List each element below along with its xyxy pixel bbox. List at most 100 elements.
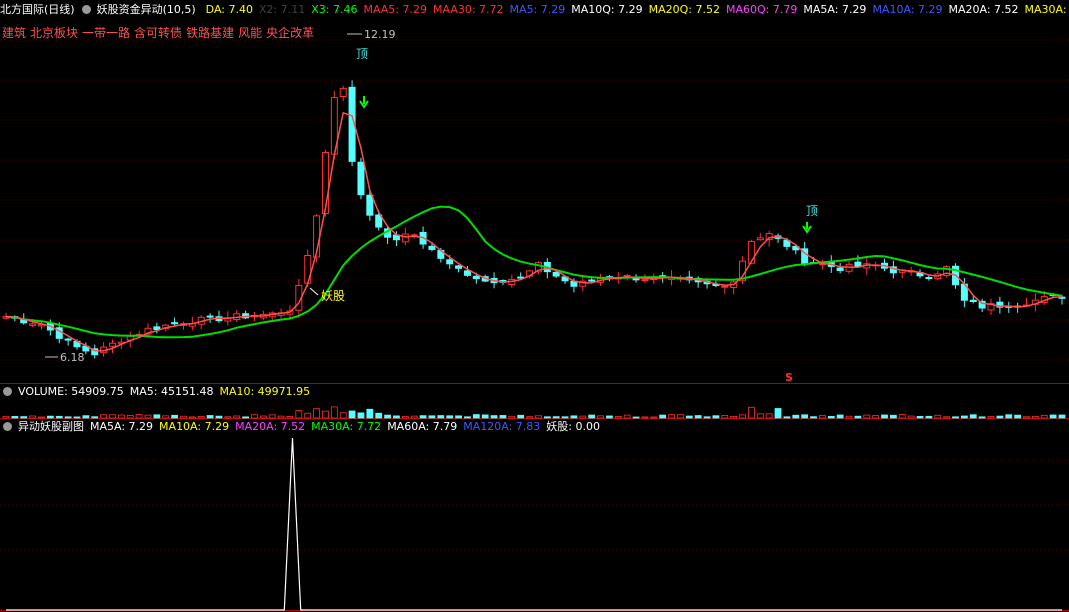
candle-body-52 [463, 270, 471, 276]
annotations: 12.19 6.18 顶 顶 妖股 S [45, 28, 818, 384]
volume-bar-78 [694, 415, 702, 419]
volume-bar-66 [588, 414, 596, 419]
header-value-3: MAA5: 7.29 [363, 3, 427, 16]
volume-bar-18 [162, 415, 170, 419]
volume-bar-38 [339, 412, 347, 419]
volume-bar-82 [730, 415, 738, 419]
volume-bar-110 [978, 416, 986, 419]
candle-body-72 [641, 279, 649, 282]
volume-bar-103 [916, 415, 924, 419]
volume-bar-2 [20, 416, 28, 419]
volume-bar-36 [322, 410, 329, 419]
volume-bar-73 [650, 416, 658, 419]
candle-body-40 [357, 161, 365, 196]
sub-values: 异动妖股副图 MA5A: 7.29 MA10A: 7.29 MA20A: 7.52 MA… [18, 420, 606, 433]
concept-tag-0[interactable]: 建筑 [2, 26, 26, 40]
volume-value-0: VOLUME: 54909.75 [18, 385, 124, 398]
volume-bar-27 [242, 416, 249, 419]
volume-bar-9 [82, 415, 90, 419]
volume-bar-99 [881, 414, 888, 419]
candle-body-85 [756, 237, 764, 241]
volume-bar-12 [109, 414, 116, 419]
volume-bar-41 [366, 408, 374, 419]
volume-bar-3 [29, 415, 37, 419]
price-chart[interactable]: 12.19 6.18 顶 顶 妖股 S [0, 0, 1069, 612]
down-arrow-icon-2 [802, 222, 812, 234]
volume-bar-92 [819, 415, 826, 419]
volume-bar-97 [863, 414, 871, 419]
sub-value-6: MA120A: 7.83 [463, 420, 541, 433]
volume-bar-118 [1049, 414, 1057, 419]
header-value-11: MA20A: 7.52 [948, 3, 1019, 16]
volume-bar-21 [188, 416, 196, 419]
concept-tag-2[interactable]: 一带一路 [82, 26, 130, 40]
volume-bar-70 [623, 414, 631, 419]
volume-bar-60 [535, 415, 542, 419]
low-price-label: 6.18 [60, 351, 85, 364]
volume-bar-16 [144, 414, 152, 419]
volume-bar-49 [437, 415, 445, 419]
header-value-0: DA: 7.40 [205, 3, 253, 16]
volume-bars [2, 406, 1066, 419]
volume-bar-68 [606, 415, 613, 419]
volume-bar-109 [969, 414, 977, 419]
volume-bar-76 [677, 414, 684, 419]
volume-bar-90 [801, 414, 809, 419]
volume-header: VOLUME: 54909.75 MA5: 45151.48 MA10: 49971… [0, 385, 322, 399]
candle-body-17 [153, 326, 161, 331]
volume-bar-69 [614, 416, 622, 419]
volume-bar-56 [499, 415, 507, 419]
volume-bar-23 [206, 415, 214, 419]
volume-bar-6 [55, 415, 63, 419]
volume-bar-93 [827, 416, 835, 419]
volume-bar-25 [224, 416, 232, 419]
candle-body-38 [339, 87, 347, 98]
concept-tag-3[interactable]: 含可转债 [134, 26, 182, 40]
settings-circle-icon[interactable] [3, 422, 12, 431]
volume-bar-115 [1023, 416, 1030, 419]
volume-bar-74 [659, 414, 667, 419]
volume-bar-39 [348, 410, 356, 419]
volume-bar-10 [91, 416, 99, 419]
volume-bar-72 [641, 416, 649, 419]
volume-bar-14 [126, 415, 134, 419]
volume-bar-80 [712, 415, 720, 419]
volume-bar-53 [472, 414, 480, 419]
concept-tag-5[interactable]: 风能 [238, 26, 262, 40]
concept-tag-1[interactable]: 北京板块 [30, 26, 78, 40]
volume-value-2: MA10: 49971.95 [219, 385, 311, 398]
indicator-name[interactable]: 妖股资金异动(10,5) [97, 3, 196, 16]
volume-bar-113 [1005, 414, 1013, 419]
volume-bar-45 [401, 415, 409, 419]
volume-bar-0 [2, 415, 10, 419]
sub-value-1: MA5A: 7.29 [90, 420, 154, 433]
volume-bar-100 [889, 414, 897, 419]
volume-bar-95 [845, 415, 853, 419]
volume-bar-34 [304, 412, 312, 419]
concept-tag-4[interactable]: 铁路基建 [186, 26, 234, 40]
top-signal-label: 顶 [356, 47, 368, 61]
volume-bar-55 [490, 415, 498, 419]
header-value-5: MA5: 7.29 [509, 3, 566, 16]
candle-body-7 [64, 338, 72, 341]
header-value-4: MAA30: 7.72 [433, 3, 504, 16]
settings-circle-icon[interactable] [3, 387, 12, 396]
volume-bar-111 [987, 416, 995, 419]
volume-bar-1 [11, 416, 19, 419]
volume-bar-28 [251, 414, 258, 419]
volume-bar-62 [552, 416, 560, 419]
sub-signal-line [6, 437, 1062, 611]
concept-tag-6[interactable]: 央企改革 [266, 26, 314, 40]
candle-body-53 [472, 275, 480, 280]
stock-name[interactable]: 北方国际(日线) [0, 3, 75, 16]
candle-body-48 [428, 245, 436, 250]
settings-circle-icon[interactable] [81, 5, 91, 14]
top-signal-label-2: 顶 [806, 204, 818, 218]
volume-bar-7 [64, 416, 72, 419]
volume-bar-4 [38, 416, 45, 419]
volume-values: VOLUME: 54909.75 MA5: 45151.48 MA10: 49971… [18, 385, 316, 398]
volume-bar-79 [703, 416, 711, 419]
s-marker: S [785, 371, 793, 384]
volume-bar-19 [171, 414, 179, 419]
grid-lines [0, 39, 1069, 611]
